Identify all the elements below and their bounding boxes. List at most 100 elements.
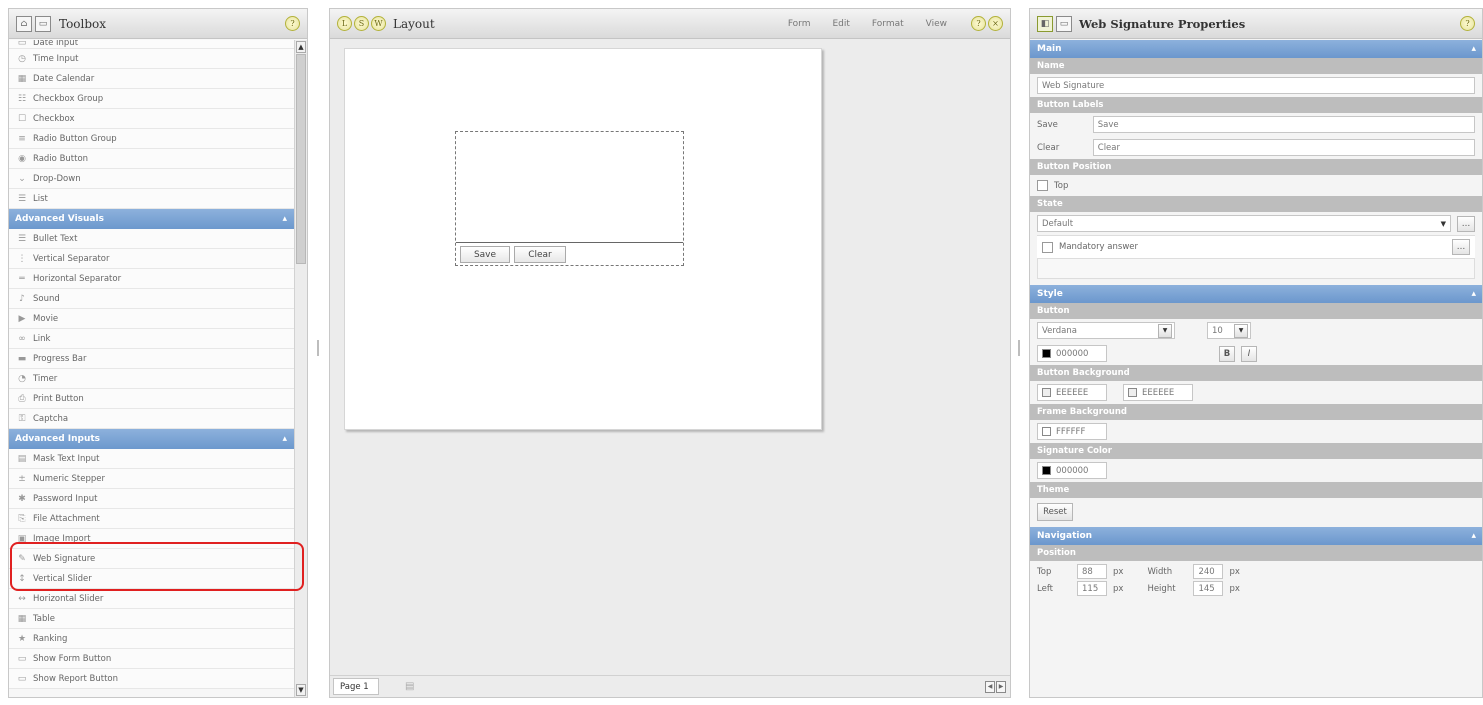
menu-format[interactable]: Format <box>872 19 904 29</box>
nav-next-icon[interactable]: ▶ <box>996 680 1006 693</box>
button-bg-color-2[interactable]: EEEEEE <box>1123 384 1193 401</box>
list-item-label: Ranking <box>33 633 68 644</box>
window-icon[interactable]: ▭ <box>1056 15 1072 32</box>
splitter-left[interactable] <box>315 340 321 356</box>
state-more-button[interactable]: … <box>1457 215 1475 232</box>
list-item[interactable]: ▭ Show Form Button <box>9 649 295 669</box>
italic-button[interactable]: I <box>1241 345 1257 362</box>
top-checkbox[interactable] <box>1037 180 1048 191</box>
list-item[interactable]: ∞ Link <box>9 329 295 349</box>
menu-edit[interactable]: Edit <box>832 19 849 29</box>
name-field[interactable]: Web Signature <box>1037 77 1475 94</box>
help-icon[interactable]: ? <box>1460 16 1475 31</box>
mandatory-message-area[interactable] <box>1037 259 1475 279</box>
help-icon[interactable]: ? <box>285 16 300 31</box>
list-item[interactable]: ═ Horizontal Separator <box>9 269 295 289</box>
button-color-field[interactable]: 000000 <box>1037 345 1107 362</box>
color-swatch[interactable] <box>1128 388 1137 397</box>
list-item[interactable]: ⋮ Vertical Separator <box>9 249 295 269</box>
scroll-thumb[interactable] <box>296 54 306 264</box>
menu-form[interactable]: Form <box>788 19 811 29</box>
list-item[interactable]: ☰ List <box>9 189 295 209</box>
reset-button[interactable]: Reset <box>1037 503 1073 521</box>
frame-color-field[interactable]: FFFFFF <box>1037 423 1107 440</box>
bold-button[interactable]: B <box>1219 345 1235 362</box>
list-item[interactable]: ▭ Show Report Button <box>9 669 295 689</box>
signature-color-field[interactable]: 000000 <box>1037 462 1107 479</box>
canvas-clear-button[interactable]: Clear <box>514 246 566 263</box>
font-size-select[interactable]: 10 ▼ <box>1207 322 1251 339</box>
list-item[interactable]: ☷ Checkbox Group <box>9 89 295 109</box>
canvas-save-button[interactable]: Save <box>460 246 510 263</box>
left-field[interactable]: 115 <box>1077 581 1107 596</box>
list-item[interactable]: ▬ Progress Bar <box>9 349 295 369</box>
close-icon[interactable]: × <box>988 16 1003 31</box>
mandatory-more-button[interactable]: … <box>1452 239 1470 255</box>
button-bg-color-1[interactable]: EEEEEE <box>1037 384 1107 401</box>
list-item[interactable]: ✱ Password Input <box>9 489 295 509</box>
top-field[interactable]: 88 <box>1077 564 1107 579</box>
back-icon[interactable]: ◧ <box>1037 15 1053 32</box>
page-tab[interactable]: Page 1 <box>333 678 379 695</box>
list-item[interactable]: ♪ Sound <box>9 289 295 309</box>
help-icon[interactable]: ? <box>971 16 986 31</box>
window-icon[interactable]: ▭ <box>35 15 51 32</box>
collapse-icon[interactable]: ▴ <box>1471 289 1476 299</box>
button-background-header: Button Background <box>1030 365 1482 381</box>
color-swatch[interactable] <box>1042 466 1051 475</box>
captcha-icon: ⚿ <box>18 413 26 424</box>
color-swatch[interactable] <box>1042 427 1051 436</box>
section-navigation[interactable]: Navigation ▴ <box>1030 527 1482 545</box>
category-advanced-visuals[interactable]: Advanced Visuals ▴ <box>9 209 295 229</box>
home-icon[interactable]: ⌂ <box>16 15 32 32</box>
web-signature-widget[interactable]: Save Clear <box>455 131 684 266</box>
splitter-right[interactable] <box>1016 340 1022 356</box>
list-item[interactable]: ⚿ Captcha <box>9 409 295 429</box>
font-select[interactable]: Verdana ▼ <box>1037 322 1175 339</box>
list-item[interactable]: ⎘ File Attachment <box>9 509 295 529</box>
list-item-label: Time Input <box>33 53 79 64</box>
list-item[interactable]: ◉ Radio Button <box>9 149 295 169</box>
toolbox-scrollbar[interactable]: ▲ ▼ <box>294 40 307 697</box>
color-swatch[interactable] <box>1042 349 1051 358</box>
list-item[interactable]: ☰ Bullet Text <box>9 229 295 249</box>
save-label-field[interactable]: Save <box>1092 116 1475 133</box>
list-item[interactable]: ▤ Mask Text Input <box>9 449 295 469</box>
list-item[interactable]: ★ Ranking <box>9 629 295 649</box>
scroll-up-icon[interactable]: ▲ <box>296 41 306 53</box>
section-main[interactable]: Main ▴ <box>1030 40 1482 58</box>
color-swatch[interactable] <box>1042 388 1051 397</box>
s-icon[interactable]: S <box>354 16 369 31</box>
l-icon[interactable]: L <box>337 16 352 31</box>
state-select[interactable]: Default ▼ <box>1037 215 1452 232</box>
scroll-down-icon[interactable]: ▼ <box>296 684 306 696</box>
list-item[interactable]: ⌄ Drop-Down <box>9 169 295 189</box>
mandatory-checkbox[interactable] <box>1042 241 1053 253</box>
list-item[interactable]: ☐ Checkbox <box>9 109 295 129</box>
list-item[interactable]: ≡ Radio Button Group <box>9 129 295 149</box>
list-item[interactable]: ▦ Date Calendar <box>9 69 295 89</box>
list-item[interactable]: ⎙ Print Button <box>9 389 295 409</box>
list-item[interactable]: ▦ Table <box>9 609 295 629</box>
height-field[interactable]: 145 <box>1193 581 1224 596</box>
section-style[interactable]: Style ▴ <box>1030 285 1482 303</box>
list-item[interactable]: ▶ Movie <box>9 309 295 329</box>
w-icon[interactable]: W <box>371 16 386 31</box>
category-advanced-inputs[interactable]: Advanced Inputs ▴ <box>9 429 295 449</box>
list-item[interactable]: ↔ Horizontal Slider <box>9 589 295 609</box>
collapse-icon[interactable]: ▴ <box>1471 531 1476 541</box>
list-item[interactable]: ± Numeric Stepper <box>9 469 295 489</box>
collapse-icon[interactable]: ▴ <box>282 434 287 444</box>
page-scroll-icon[interactable]: ▤ <box>405 681 414 692</box>
nav-prev-icon[interactable]: ◀ <box>985 680 995 693</box>
collapse-icon[interactable]: ▴ <box>282 214 287 224</box>
width-field[interactable]: 240 <box>1193 564 1224 579</box>
list-item[interactable]: ◔ Timer <box>9 369 295 389</box>
collapse-icon[interactable]: ▴ <box>1471 44 1476 54</box>
clear-label-field[interactable]: Clear <box>1092 139 1475 156</box>
list-item[interactable]: ▭ Date Input <box>9 40 295 49</box>
list-item[interactable]: ◷ Time Input <box>9 49 295 69</box>
menu-view[interactable]: View <box>926 19 947 29</box>
checkbox-group-icon: ☷ <box>17 93 27 104</box>
form-canvas[interactable]: Save Clear <box>344 48 822 430</box>
